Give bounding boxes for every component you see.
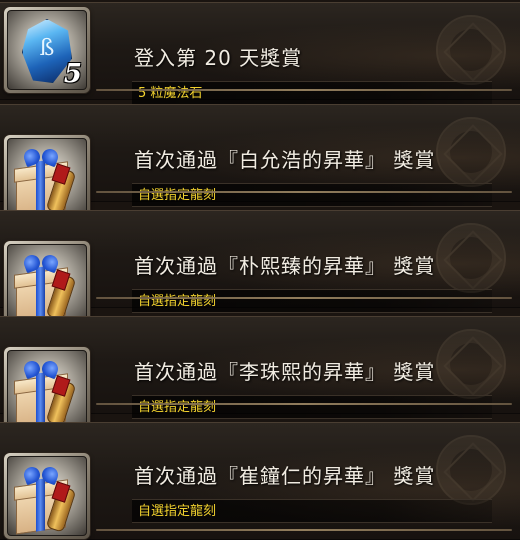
reward-list: ß 5 登入第 20 天獎賞 5 粒魔法石 首次通過『白允浩的昇華』 獎賞 自選…: [0, 0, 520, 540]
reward-row-first-clear-4[interactable]: 首次通過『崔鐘仁的昇華』 獎賞 自選指定龍刻: [0, 422, 520, 540]
reward-row-first-clear-2[interactable]: 首次通過『朴熙臻的昇華』 獎賞 自選指定龍刻: [0, 210, 520, 327]
reward-detail-bar: 5 粒魔法石: [132, 81, 492, 105]
reward-row-login-day-20[interactable]: ß 5 登入第 20 天獎賞 5 粒魔法石: [0, 2, 520, 105]
reward-detail: 自選指定龍刻: [138, 400, 217, 415]
reward-row-first-clear-3[interactable]: 首次通過『李珠熙的昇華』 獎賞 自選指定龍刻: [0, 316, 520, 433]
reward-row-first-clear-1[interactable]: 首次通過『白允浩的昇華』 獎賞 自選指定龍刻: [0, 104, 520, 221]
item-quantity: 5: [63, 59, 82, 89]
reward-detail-bar: 自選指定龍刻: [132, 395, 492, 419]
reward-icon-frame: [4, 453, 90, 539]
gem-rune-icon: ß: [39, 36, 55, 61]
gift-box-icon: [7, 138, 87, 218]
reward-title: 首次通過『崔鐘仁的昇華』 獎賞: [134, 464, 436, 488]
bow-icon: [24, 467, 58, 485]
reward-detail: 自選指定龍刻: [138, 188, 217, 203]
bow-icon: [24, 361, 58, 379]
reward-detail: 5 粒魔法石: [138, 86, 203, 101]
reward-icon-frame: ß 5: [4, 7, 90, 93]
reward-detail-bar: 自選指定龍刻: [132, 499, 492, 523]
magic-stone-icon: ß 5: [7, 10, 87, 90]
reward-detail-bar: 自選指定龍刻: [132, 289, 492, 313]
bow-icon: [24, 255, 58, 273]
reward-title: 首次通過『白允浩的昇華』 獎賞: [134, 148, 436, 172]
gift-box-icon: [7, 456, 87, 536]
gift-box-icon: [7, 350, 87, 430]
reward-icon-frame: [4, 135, 90, 221]
reward-title: 首次通過『李珠熙的昇華』 獎賞: [134, 360, 436, 384]
reward-detail: 自選指定龍刻: [138, 504, 217, 519]
reward-detail-bar: 自選指定龍刻: [132, 183, 492, 207]
reward-detail: 自選指定龍刻: [138, 294, 217, 309]
reward-icon-frame: [4, 241, 90, 327]
bow-icon: [24, 149, 58, 167]
gift-box-icon: [7, 244, 87, 324]
reward-icon-frame: [4, 347, 90, 433]
reward-title: 首次通過『朴熙臻的昇華』 獎賞: [134, 254, 436, 278]
reward-title: 登入第 20 天獎賞: [134, 46, 303, 70]
